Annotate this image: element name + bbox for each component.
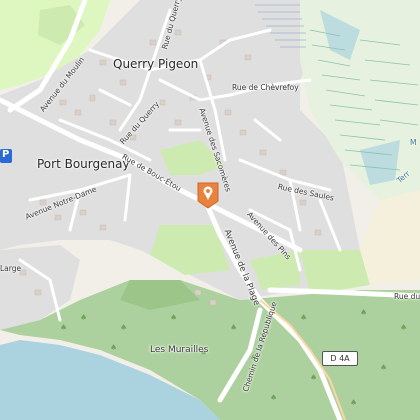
map-marker-icon[interactable] xyxy=(196,181,220,209)
svg-text:♠: ♠ xyxy=(300,313,307,322)
svg-text:♠: ♠ xyxy=(170,313,177,322)
place-label-les-murailles: Les Murailles xyxy=(150,345,209,355)
street-label-rue-du-right: Rue du xyxy=(394,292,420,301)
map-view[interactable]: ♠ ♠ ♠ ♠ ♠ ♠ ♠ ♠ ♠ ♠ ♠ ♠ ♠ ♠ ♠ P Querry P… xyxy=(0,0,420,420)
place-label-port-bourgenay: Port Bourgenay xyxy=(37,157,130,171)
svg-text:♠: ♠ xyxy=(80,313,87,322)
svg-text:♠: ♠ xyxy=(110,343,117,352)
svg-text:♠: ♠ xyxy=(400,323,407,332)
svg-text:♠: ♠ xyxy=(230,323,237,332)
svg-text:♠: ♠ xyxy=(380,363,387,372)
road-ref-shield-d4a: D 4A xyxy=(322,351,358,366)
place-label-querry-pigeon: Querry Pigeon xyxy=(113,57,199,71)
svg-text:♠: ♠ xyxy=(310,373,317,382)
place-label-m-fragment: M xyxy=(410,138,417,147)
street-label-rue-de-chevrefoy: Rue de Chèvrefoy xyxy=(232,83,299,92)
street-label-large-fragment: Large xyxy=(0,264,22,273)
svg-text:♠: ♠ xyxy=(120,323,127,332)
svg-text:♠: ♠ xyxy=(350,398,357,407)
parking-icon[interactable]: P xyxy=(2,149,9,160)
svg-text:♠: ♠ xyxy=(360,308,367,317)
svg-text:♠: ♠ xyxy=(270,393,277,402)
svg-text:♠: ♠ xyxy=(60,323,67,332)
